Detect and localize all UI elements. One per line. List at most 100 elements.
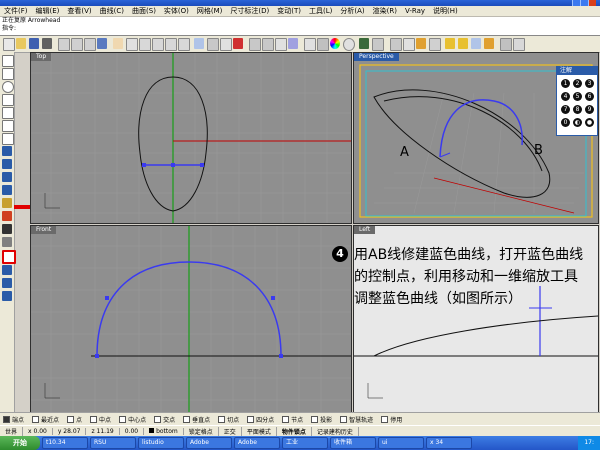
curve-icon[interactable]: [2, 120, 14, 132]
num-2-button[interactable]: 2: [573, 79, 582, 88]
num-6-button[interactable]: 6: [585, 92, 594, 101]
num-5-button[interactable]: 5: [573, 92, 582, 101]
render-sphere-icon[interactable]: [343, 38, 355, 51]
menu-transform[interactable]: 变动(T): [273, 6, 305, 16]
environment-icon[interactable]: [359, 38, 369, 49]
num-8-button[interactable]: 8: [573, 105, 582, 114]
menu-file[interactable]: 文件(F): [0, 6, 32, 16]
select-icon[interactable]: [220, 38, 232, 51]
zoom-window-icon[interactable]: [152, 38, 164, 51]
menu-edit[interactable]: 编辑(E): [32, 6, 64, 16]
paste-icon[interactable]: [84, 38, 96, 51]
boolean-icon[interactable]: [2, 211, 12, 221]
num-0-button[interactable]: 0: [561, 118, 570, 127]
viewport-title-perspective[interactable]: Perspective: [354, 53, 399, 61]
command-prompt[interactable]: 指令:: [0, 25, 600, 33]
snap-perpendicular[interactable]: 垂直点: [180, 415, 210, 424]
zoom-icon[interactable]: [139, 38, 151, 51]
task-3[interactable]: listudio: [138, 437, 184, 449]
tool-b-icon[interactable]: [513, 38, 525, 51]
task-8[interactable]: ui: [378, 437, 424, 449]
viewport-top[interactable]: Top: [30, 52, 352, 224]
color-wheel-icon[interactable]: [330, 38, 340, 49]
surface-icon[interactable]: [2, 146, 12, 156]
transform-icon[interactable]: [2, 198, 12, 208]
save-icon[interactable]: [29, 38, 39, 49]
annotation-number-panel[interactable]: 注解 1 2 3 4 5 6 7 8 9 0 ◐ ●: [556, 66, 598, 136]
task-7[interactable]: 收件箱: [330, 437, 376, 449]
print-icon[interactable]: [42, 38, 52, 49]
menu-analyze[interactable]: 分析(A): [336, 6, 368, 16]
viewport-front[interactable]: Front: [30, 225, 352, 413]
properties-icon[interactable]: [288, 38, 298, 49]
point-icon[interactable]: [2, 68, 14, 80]
snap-center[interactable]: 中心点: [116, 415, 146, 424]
mesh-icon[interactable]: [2, 185, 12, 195]
num-half-button[interactable]: ◐: [573, 118, 582, 127]
status-ortho[interactable]: 正交: [219, 427, 242, 436]
num-1-button[interactable]: 1: [561, 79, 570, 88]
rotate-view-icon[interactable]: [126, 38, 138, 51]
render-icon[interactable]: [2, 224, 12, 234]
snap-intersection[interactable]: 交点: [151, 415, 175, 424]
zoom-extents-icon[interactable]: [165, 38, 177, 51]
snap-near[interactable]: 最近点: [29, 415, 59, 424]
task-2[interactable]: RSU: [90, 437, 136, 449]
status-planar[interactable]: 平面模式: [242, 427, 277, 436]
vray-icon[interactable]: [390, 38, 402, 51]
snap-project[interactable]: 投影: [308, 415, 332, 424]
copy-icon[interactable]: [71, 38, 83, 51]
snap-knot[interactable]: 节点: [279, 415, 303, 424]
circle-icon[interactable]: [2, 81, 14, 93]
menu-render[interactable]: 渲染(R): [369, 6, 401, 16]
move-icon[interactable]: [2, 265, 12, 275]
texture-icon[interactable]: [372, 38, 384, 51]
menu-vray[interactable]: V-Ray: [401, 7, 429, 15]
new-file-icon[interactable]: [3, 38, 15, 51]
sphere-icon[interactable]: [304, 38, 316, 51]
menu-dimension[interactable]: 尺寸标注(D): [226, 6, 273, 16]
snap-mid[interactable]: 中点: [87, 415, 111, 424]
vray-light-icon[interactable]: [445, 38, 455, 49]
task-1[interactable]: t10.34: [42, 437, 88, 449]
viewport-title-left[interactable]: Left: [354, 226, 376, 234]
status-cplane[interactable]: 世界: [0, 427, 24, 436]
dimension-icon[interactable]: [2, 237, 12, 247]
menu-help[interactable]: 说明(H): [429, 6, 462, 16]
layer-icon[interactable]: [262, 38, 274, 51]
scale-icon[interactable]: [2, 278, 12, 288]
open-folder-icon[interactable]: [16, 38, 26, 49]
menu-view[interactable]: 查看(V): [63, 6, 95, 16]
car-icon[interactable]: [233, 38, 243, 49]
tool-a-icon[interactable]: [500, 38, 512, 51]
grid-icon[interactable]: [249, 38, 261, 51]
status-lock-grid[interactable]: 锁定格点: [184, 427, 219, 436]
trim-icon[interactable]: [2, 250, 16, 264]
vray-material-icon[interactable]: [416, 38, 426, 49]
snap-tangent[interactable]: 切点: [215, 415, 239, 424]
vray-render-icon[interactable]: [429, 38, 441, 51]
menu-solid[interactable]: 实体(O): [160, 6, 193, 16]
fillet-icon[interactable]: [2, 133, 14, 145]
rotate-icon[interactable]: [2, 291, 12, 301]
menu-surface[interactable]: 曲面(S): [128, 6, 160, 16]
snap-point[interactable]: 点: [64, 415, 82, 424]
menu-mesh[interactable]: 网格(M): [193, 6, 227, 16]
solid-icon[interactable]: [2, 172, 12, 182]
status-layer[interactable]: bottom: [144, 428, 184, 435]
status-osnap[interactable]: 物件锁点: [277, 427, 312, 436]
command-area[interactable]: 正在复原 Arrowhead 指令:: [0, 17, 600, 36]
vray-dome-icon[interactable]: [471, 38, 481, 49]
view-icon[interactable]: [207, 38, 219, 51]
num-3-button[interactable]: 3: [585, 79, 594, 88]
rectangle-icon[interactable]: [2, 107, 14, 119]
start-button[interactable]: 开始: [0, 436, 40, 450]
snap-quadrant[interactable]: 四分点: [244, 415, 274, 424]
task-5[interactable]: Adobe: [234, 437, 280, 449]
zoom-selected-icon[interactable]: [178, 38, 190, 51]
num-7-button[interactable]: 7: [561, 105, 570, 114]
menu-curve[interactable]: 曲线(C): [96, 6, 128, 16]
task-9[interactable]: x 34: [426, 437, 472, 449]
viewport-title-front[interactable]: Front: [31, 226, 57, 234]
snap-end[interactable]: 端点: [0, 415, 24, 424]
